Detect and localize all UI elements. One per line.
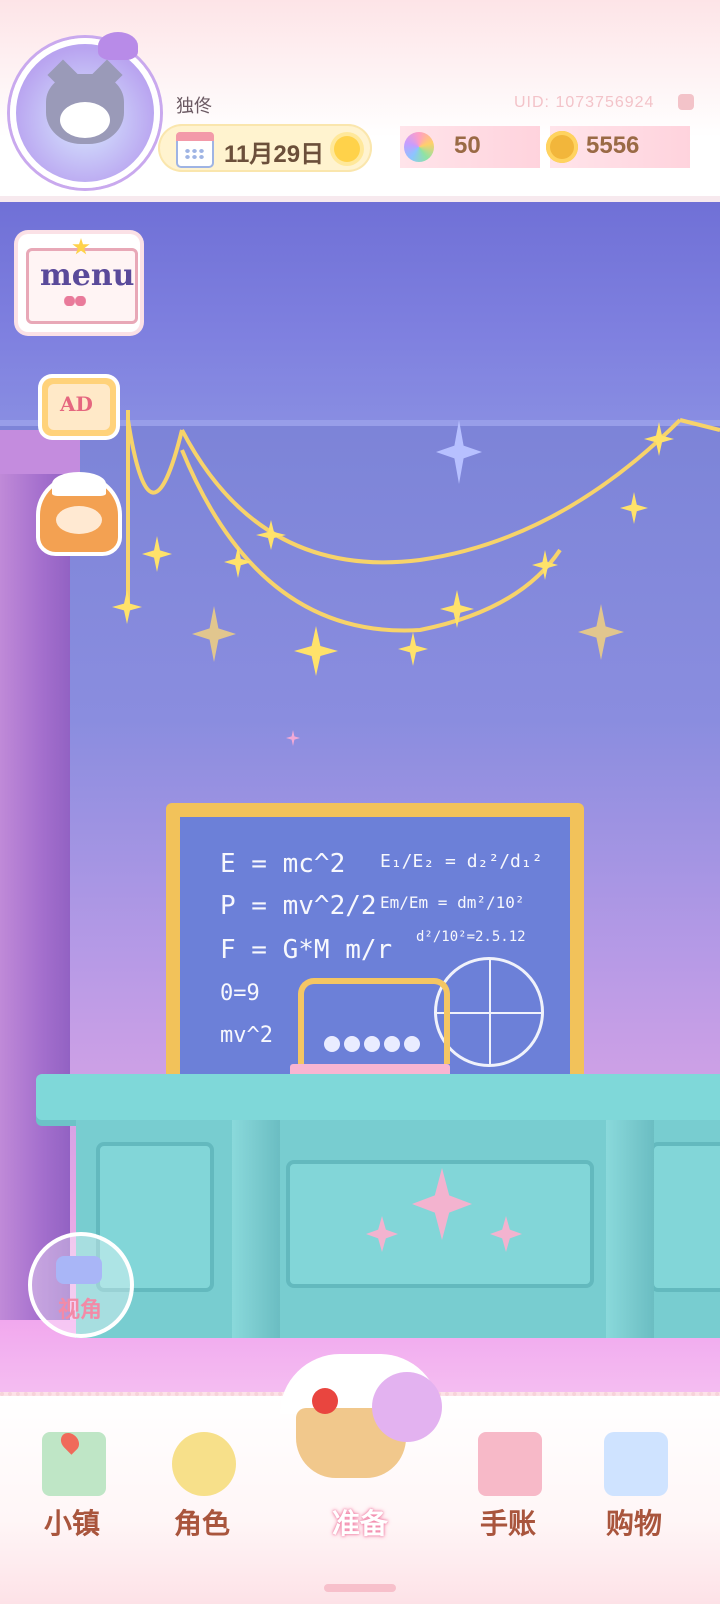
notebook-icon [478,1432,542,1496]
coin-icon [546,131,578,163]
basket-icon[interactable] [276,1362,446,1492]
chalk-line: Em/Em = dm²/10² [380,893,525,912]
hamster-icon [56,506,102,534]
nav-shopping[interactable]: 购物 [574,1396,694,1546]
date-pill[interactable]: 11月29日 [158,124,372,172]
nav-journal[interactable]: 手账 [448,1396,568,1546]
nav-town[interactable]: 小镇 [12,1396,132,1546]
star-icon [286,730,300,746]
map-icon [42,1429,106,1496]
home-indicator[interactable] [324,1584,396,1592]
chalk-line: d²/10²=2.5.12 [416,929,526,945]
hamster-chef-button[interactable] [40,472,118,552]
calendar-icon [176,132,214,168]
star-garland [0,410,720,746]
wheel-drawing [434,957,544,1067]
gem-counter[interactable]: 50 [400,126,540,168]
desk-column [232,1120,280,1338]
shopping-bag-icon [604,1432,668,1496]
chalk-line: P = mv^2/2 [220,891,377,921]
view-angle-button[interactable]: 视角 [28,1232,134,1338]
nav-label: 手账 [479,1508,536,1539]
chalk-line: mv^2 [220,1023,273,1048]
nav-label: 角色 [173,1508,230,1539]
desk-top [36,1074,720,1120]
copy-icon[interactable] [678,94,694,110]
nav-label: 购物 [605,1508,662,1539]
uid-label: UID: 1073756924 [514,94,655,111]
sun-hat-icon [372,1372,442,1442]
rainbow-gem-icon [404,132,434,162]
chef-hat-icon [52,472,106,496]
desk-column [606,1120,654,1338]
garland-strings [126,410,720,633]
menu-button[interactable]: menu [18,234,140,332]
player-avatar[interactable] [10,38,160,188]
nav-label: 准备 [331,1508,388,1539]
newtons-cradle [298,978,450,1064]
nav-label: 小镇 [43,1508,100,1539]
tomato-icon [312,1388,338,1414]
bow-icon [64,296,86,306]
ad-label: AD [60,392,93,416]
doll-icon [172,1432,236,1496]
sun-icon [334,136,360,162]
date-text: 11月29日 [224,141,325,168]
coin-counter[interactable]: 5556 [546,126,690,168]
ad-button[interactable]: AD [42,378,116,436]
chalk-line: F = G*M m/r [220,935,393,965]
gem-count: 50 [454,132,481,159]
bottom-nav: 小镇 角色 准备 手账 购物 [0,1354,720,1604]
mushroom-icon [98,32,138,60]
player-name: 独佟 [176,96,212,116]
top-bar: 独佟 UID: 1073756924 11月29日 50 5556 [0,0,720,202]
coin-count: 5556 [586,132,640,159]
camera-icon [56,1256,102,1284]
chalk-line: E₁/E₂ = d₂²/d₁² [380,851,543,872]
menu-label: menu [40,258,135,293]
chalk-line: E = mc^2 [220,849,346,879]
chalk-line: 0=9 [220,981,260,1006]
view-angle-label: 视角 [58,1297,103,1322]
nav-character[interactable]: 角色 [142,1396,262,1546]
